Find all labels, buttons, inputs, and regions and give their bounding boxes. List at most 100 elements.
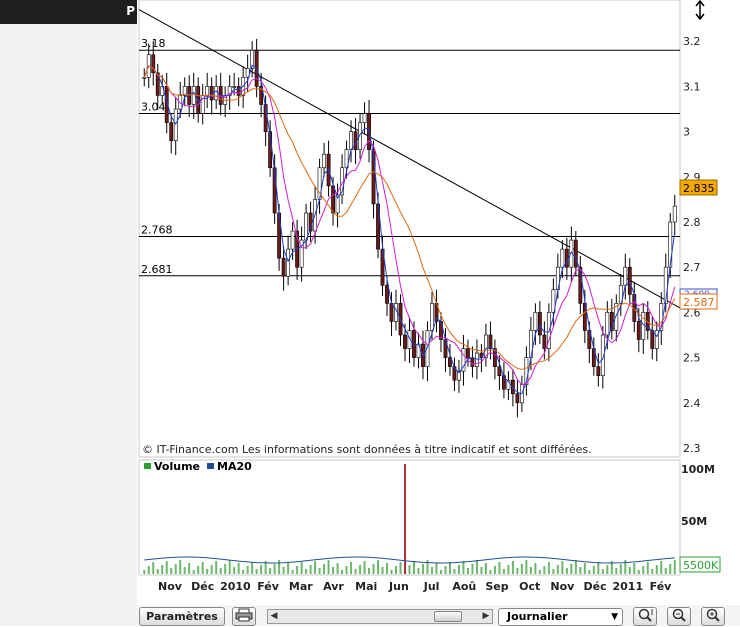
volume-bar [291, 570, 294, 574]
volume-legend-swatch [144, 463, 151, 469]
volume-bar [556, 565, 559, 574]
candle-body [636, 321, 641, 340]
candle-body [205, 86, 210, 96]
interval-select[interactable]: Journalier ▼ [498, 608, 623, 626]
volume-bar [165, 561, 168, 574]
volume-bar [570, 564, 573, 574]
volume-bar [574, 560, 577, 574]
zoom-fit-icon [638, 608, 653, 622]
volume-bar [350, 562, 353, 574]
volume-bar [421, 564, 424, 574]
candle-body [349, 131, 353, 150]
x-tick-label: Fév [257, 580, 280, 593]
volume-bar [471, 564, 474, 574]
volume-bar [619, 564, 622, 574]
price-chart: 3.183.042.7682.681 2.32.42.52.62.72.82.9… [137, 0, 740, 600]
volume-bar [453, 569, 456, 574]
volume-bar [156, 569, 159, 574]
x-tick-label: Fév [650, 580, 673, 593]
volume-bar [188, 563, 191, 574]
volume-bar [219, 568, 222, 574]
volume-bar [278, 560, 281, 574]
volume-bar [404, 464, 407, 574]
volume-bar [439, 570, 442, 574]
candle-body [672, 205, 677, 223]
volume-bar [215, 561, 218, 574]
volume-legend-label: Volume [154, 460, 200, 473]
candle-body [650, 330, 655, 349]
candle-body [596, 366, 601, 376]
candle-body [654, 330, 659, 349]
volume-bar [296, 566, 299, 574]
volume-bar [511, 561, 514, 574]
zoom-in-button[interactable] [701, 607, 725, 626]
volume-bar [507, 565, 510, 574]
volume-bar [323, 564, 326, 574]
volume-bar [206, 569, 209, 574]
volume-bar [183, 567, 186, 574]
candle-body [169, 122, 174, 141]
volume-bar [642, 566, 645, 574]
printer-icon [235, 608, 253, 622]
candle-body [537, 312, 542, 336]
candle-body [466, 348, 470, 358]
volume-bar [651, 569, 654, 574]
scroll-thumb[interactable] [434, 611, 462, 622]
y-tick-label: 2.8 [683, 216, 701, 229]
x-tick-label: Mai [355, 580, 377, 593]
volume-bar [377, 560, 380, 574]
volume-bar [565, 568, 568, 574]
volume-bar [547, 562, 550, 574]
candle-body [236, 86, 241, 96]
ma20-legend-label: MA20 [217, 460, 252, 473]
zoom-out-button[interactable] [667, 607, 691, 626]
volume-bar [579, 567, 582, 574]
volume-bar [543, 566, 546, 574]
window-title-fragment: P [126, 4, 135, 18]
candle-body [609, 312, 614, 331]
volume-bar [475, 560, 478, 574]
volume-bar [502, 569, 505, 574]
volume-tick-50m: 50M [681, 515, 707, 528]
volume-bar [242, 570, 245, 574]
volume-bar [646, 562, 649, 574]
scroll-right-icon[interactable]: ▶ [480, 610, 492, 623]
volume-bar [655, 565, 658, 574]
print-button[interactable] [232, 607, 256, 626]
x-tick-label: Jul [423, 580, 440, 593]
volume-bar [462, 561, 465, 574]
y-tick-label: 2.3 [683, 442, 701, 455]
volume-bar [318, 568, 321, 574]
x-tick-label: Nov [158, 580, 183, 593]
candle-body [605, 312, 610, 336]
volume-bar [448, 562, 451, 574]
volume-bar [673, 560, 676, 574]
candle-body [542, 334, 547, 349]
volume-bar [408, 565, 411, 574]
zoom-fit-button[interactable] [633, 607, 657, 626]
x-tick-label: Nov [550, 580, 575, 593]
scroll-left-icon[interactable]: ◀ [268, 610, 280, 623]
x-tick-label: 2010 [220, 580, 251, 593]
candle-body [362, 113, 367, 123]
volume-bar [174, 564, 177, 574]
volume-bar [538, 570, 541, 574]
volume-bar [201, 562, 204, 574]
volume-bar [430, 567, 433, 574]
x-tick-label: Oct [519, 580, 540, 593]
zoom-out-icon [672, 608, 686, 622]
volume-bar [363, 561, 366, 574]
volume-bar [341, 570, 344, 574]
volume-bar [336, 563, 339, 574]
volume-bar [435, 563, 438, 574]
volume-bar [273, 564, 276, 574]
time-scrollbar[interactable]: ◀ ▶ [267, 609, 493, 624]
volume-bar [179, 560, 182, 574]
volume-bar [260, 565, 263, 574]
candle-body [515, 393, 520, 404]
candle-body [470, 357, 475, 367]
candle-body [322, 153, 326, 169]
parametres-button[interactable]: Paramètres [139, 607, 225, 626]
candle-body [573, 239, 578, 268]
volume-bar [561, 561, 564, 574]
